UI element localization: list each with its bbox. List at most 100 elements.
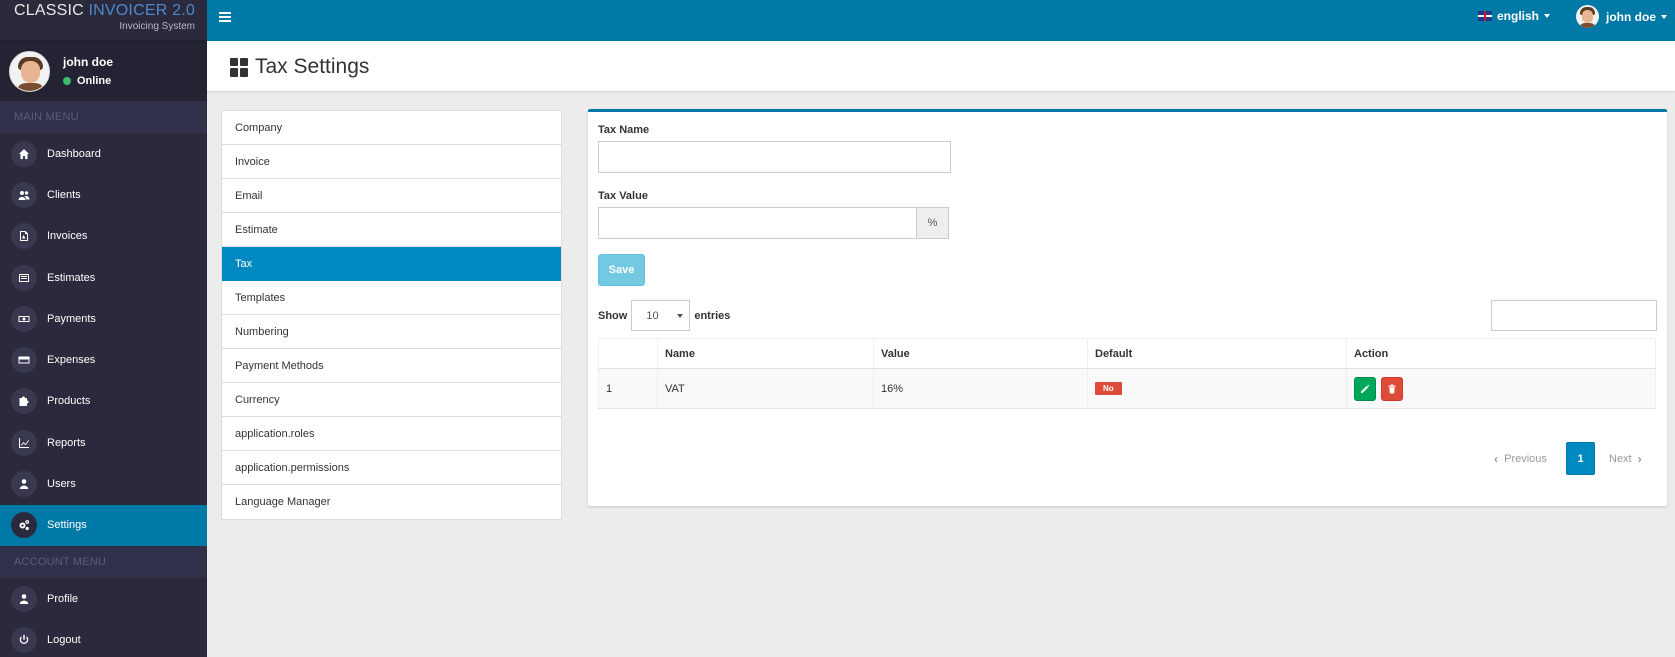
sidebar-item-label: Clients xyxy=(47,188,81,201)
sidebar-item-label: Users xyxy=(47,478,76,491)
sidebar-item-users[interactable]: Users xyxy=(0,463,207,504)
save-button[interactable]: Save xyxy=(598,254,645,286)
page-length-select[interactable]: 10 xyxy=(631,300,691,331)
page-title-text: Tax Settings xyxy=(255,55,370,78)
column-header-action: Action xyxy=(1346,338,1656,369)
show-label: Show xyxy=(598,309,628,322)
sidebar-item-label: Expenses xyxy=(47,354,96,367)
column-header-value[interactable]: Value xyxy=(873,338,1088,369)
table-row: 1 VAT 16% No xyxy=(598,368,1656,409)
default-badge: No xyxy=(1095,382,1122,395)
user-panel: john doe Online xyxy=(0,41,207,101)
table-search-input[interactable] xyxy=(1491,300,1657,331)
sidebar-item-logout[interactable]: Logout xyxy=(0,619,207,657)
user-dropdown[interactable]: john doe xyxy=(1576,5,1667,28)
power-icon xyxy=(11,626,37,653)
settings-menu-item-language-manager[interactable]: Language Manager xyxy=(222,485,561,519)
cell-default: No xyxy=(1087,368,1347,409)
brand-title-accent: INVOICER 2.0 xyxy=(88,2,195,19)
line-chart-icon xyxy=(11,429,37,456)
sidebar-item-products[interactable]: Products xyxy=(0,381,207,422)
sidebar-item-label: Settings xyxy=(47,519,87,532)
pagination-next[interactable]: Next › xyxy=(1609,452,1642,466)
sidebar-item-estimates[interactable]: Estimates xyxy=(0,257,207,298)
main-menu-header: MAIN MENU xyxy=(0,101,207,133)
tax-value-input[interactable] xyxy=(598,207,917,239)
credit-card-icon xyxy=(11,347,37,374)
settings-menu-item-email[interactable]: Email xyxy=(222,179,561,213)
cogs-icon xyxy=(11,512,37,539)
user-status-label: Online xyxy=(77,75,112,87)
users-icon xyxy=(11,181,37,208)
hamburger-menu-icon[interactable] xyxy=(219,12,231,22)
sidebar-item-clients[interactable]: Clients xyxy=(0,174,207,215)
delete-button[interactable] xyxy=(1381,376,1404,401)
sidebar-item-dashboard[interactable]: Dashboard xyxy=(0,133,207,174)
dashboard-grid-icon xyxy=(230,57,249,77)
caret-down-icon xyxy=(1661,14,1667,19)
settings-menu-item-estimate[interactable]: Estimate xyxy=(222,213,561,247)
settings-menu-item-permissions[interactable]: application.permissions xyxy=(222,451,561,485)
sidebar-item-profile[interactable]: Profile xyxy=(0,578,207,619)
sidebar-item-label: Logout xyxy=(47,633,81,646)
language-label: english xyxy=(1497,9,1540,23)
sidebar-item-label: Dashboard xyxy=(47,147,101,160)
brand-subtitle: Invoicing System xyxy=(119,21,195,32)
sidebar-item-label: Products xyxy=(47,395,91,408)
pagination-page-1[interactable]: 1 xyxy=(1566,442,1595,475)
chevron-right-icon: › xyxy=(1637,452,1642,466)
settings-menu-item-tax[interactable]: Tax xyxy=(222,247,561,281)
cell-action xyxy=(1346,368,1656,409)
file-pdf-icon xyxy=(11,223,37,250)
settings-menu-item-numbering[interactable]: Numbering xyxy=(222,315,561,349)
sidebar-item-reports[interactable]: Reports xyxy=(0,422,207,463)
avatar xyxy=(9,50,50,92)
online-dot-icon xyxy=(63,77,71,85)
cell-value: 16% xyxy=(873,368,1088,409)
brand-title-plain: CLASSIC xyxy=(14,2,89,19)
pagination-previous[interactable]: ‹ Previous xyxy=(1494,452,1547,466)
language-dropdown[interactable]: english xyxy=(1478,9,1551,23)
sidebar-item-label: Reports xyxy=(47,436,86,449)
settings-menu-item-roles[interactable]: application.roles xyxy=(222,417,561,451)
settings-menu-item-payment-methods[interactable]: Payment Methods xyxy=(222,349,561,383)
sidebar-item-payments[interactable]: Payments xyxy=(0,298,207,339)
column-header-default[interactable]: Default xyxy=(1087,338,1347,369)
previous-label: Previous xyxy=(1504,453,1547,465)
sidebar-item-label: Estimates xyxy=(47,271,96,284)
tax-value-label: Tax Value xyxy=(598,190,648,202)
caret-down-icon xyxy=(677,313,684,318)
column-header-number[interactable] xyxy=(598,338,658,369)
user-status: Online xyxy=(63,75,113,87)
chevron-left-icon: ‹ xyxy=(1494,452,1498,466)
sidebar-item-expenses[interactable]: Expenses xyxy=(0,339,207,380)
sidebar-item-label: Profile xyxy=(47,592,79,605)
settings-menu-item-invoice[interactable]: Invoice xyxy=(222,145,561,179)
tax-settings-panel: Tax Name Tax Value % Save Show 10 entrie… xyxy=(588,109,1667,506)
user-avatar xyxy=(1576,5,1599,28)
topbar: english john doe xyxy=(207,0,1675,41)
page-title: Tax Settings xyxy=(230,55,369,79)
pagination: ‹ Previous 1 Next › xyxy=(588,442,1667,475)
cell-name: VAT xyxy=(657,368,874,409)
caret-down-icon xyxy=(1544,14,1551,18)
page-header: Tax Settings xyxy=(207,41,1675,92)
uk-flag-icon xyxy=(1478,11,1492,21)
brand[interactable]: CLASSIC INVOICER 2.0 Invoicing System xyxy=(0,0,207,41)
account-menu-header: ACCOUNT MENU xyxy=(0,545,207,578)
settings-menu-item-templates[interactable]: Templates xyxy=(222,281,561,315)
edit-button[interactable] xyxy=(1354,376,1376,401)
tax-name-input[interactable] xyxy=(598,141,951,173)
column-header-name[interactable]: Name xyxy=(657,338,874,369)
sidebar-item-settings[interactable]: Settings xyxy=(0,504,207,546)
list-icon xyxy=(11,264,37,291)
settings-menu-item-company[interactable]: Company xyxy=(222,111,561,145)
sidebar-item-invoices[interactable]: Invoices xyxy=(0,216,207,257)
entries-label: entries xyxy=(694,309,731,322)
settings-menu-item-currency[interactable]: Currency xyxy=(222,383,561,417)
brand-title: CLASSIC INVOICER 2.0 xyxy=(14,2,195,20)
money-icon xyxy=(11,305,37,332)
tax-table: Name Value Default Action 1 VAT 16% No xyxy=(598,338,1656,409)
user-icon xyxy=(11,585,37,612)
sidebar-item-label: Invoices xyxy=(47,230,88,243)
